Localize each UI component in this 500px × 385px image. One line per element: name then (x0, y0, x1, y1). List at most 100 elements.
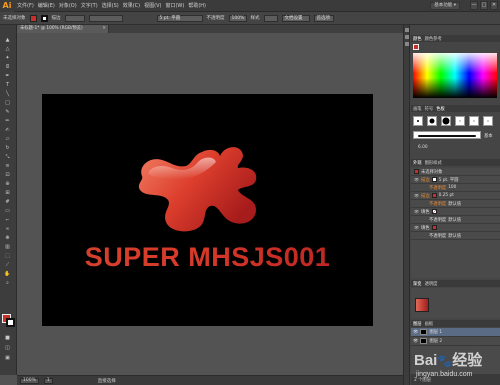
fill-chip[interactable] (431, 225, 437, 230)
menu-effect[interactable]: 效果(C) (123, 2, 140, 9)
red-splash-shape[interactable] (42, 94, 373, 326)
slice-tool-icon[interactable]: ⟋ (3, 262, 12, 268)
menu-object[interactable]: 对象(O) (59, 2, 77, 9)
visibility-eye-icon[interactable]: 👁 (413, 330, 418, 335)
selection-tool-icon[interactable]: ▲ (3, 37, 12, 43)
shape-builder-tool-icon[interactable]: ⊕ (3, 181, 12, 187)
appearance-row[interactable]: 不透明度 默认值 (411, 232, 500, 240)
line-tool-icon[interactable]: ╲ (3, 91, 12, 97)
rotate-tool-icon[interactable]: ↻ (3, 145, 12, 151)
visibility-eye-icon[interactable]: 👁 (414, 209, 419, 214)
perspective-grid-tool-icon[interactable]: ⊞ (3, 190, 12, 196)
appearance-row[interactable]: 👁 描边 0.25 pt (411, 192, 500, 200)
symbol-sprayer-tool-icon[interactable]: ❋ (3, 235, 12, 241)
appearance-row[interactable]: 👁 填色 (411, 208, 500, 216)
color-spectrum[interactable] (413, 53, 497, 98)
current-color-chip[interactable] (413, 44, 419, 50)
tab-color-guide[interactable]: 颜色参考 (425, 36, 442, 42)
menu-view[interactable]: 视图(V) (144, 2, 161, 9)
maximize-button[interactable]: □ (480, 1, 488, 10)
hand-tool-icon[interactable]: ✋ (3, 271, 12, 277)
opacity-label[interactable]: 不透明度 (207, 15, 225, 21)
visibility-eye-icon[interactable]: 👁 (414, 177, 419, 182)
brush-swatch[interactable] (441, 116, 451, 126)
tab-symbols[interactable]: 符号 (425, 106, 434, 112)
tab-layers[interactable]: 图层 (413, 321, 422, 327)
zoom-level[interactable]: 100% (20, 377, 39, 384)
artboard[interactable]: SUPER MHSJS001 (42, 94, 373, 326)
menu-select[interactable]: 选择(S) (102, 2, 119, 9)
stroke-label[interactable]: 描边 (52, 15, 61, 21)
style-dropdown[interactable] (263, 14, 278, 22)
width-tool-icon[interactable]: ≋ (3, 163, 12, 169)
menu-edit[interactable]: 编辑(E) (38, 2, 55, 9)
paintbrush-tool-icon[interactable]: ✎ (3, 109, 12, 115)
appearance-row[interactable]: 不透明度 默认值 (411, 200, 500, 208)
fill-swatch[interactable] (29, 14, 37, 22)
pen-tool-icon[interactable]: ✒ (3, 73, 12, 79)
stroke-chip[interactable] (431, 177, 437, 182)
zoom-tool-icon[interactable]: ⌕ (3, 280, 12, 286)
scale-tool-icon[interactable]: ⤡ (3, 154, 12, 160)
menu-help[interactable]: 帮助(H) (188, 2, 206, 9)
stroke-weight-dropdown[interactable] (64, 14, 85, 22)
brush-swatch[interactable] (455, 116, 465, 126)
screen-mode-icon[interactable]: ▣ (3, 355, 12, 361)
brush-swatch[interactable] (427, 116, 437, 126)
lasso-tool-icon[interactable]: ᘓ (3, 64, 12, 70)
brush-swatch[interactable] (469, 116, 479, 126)
panel-icon[interactable] (405, 35, 409, 39)
tab-appearance[interactable]: 外观 (413, 160, 422, 166)
blend-tool-icon[interactable]: ∞ (3, 226, 12, 232)
tab-artboards[interactable]: 画板 (425, 321, 434, 327)
visibility-eye-icon[interactable]: 👁 (414, 225, 419, 230)
canvas-area[interactable]: SUPER MHSJS001 (17, 33, 403, 375)
brush-dropdown[interactable]: 5 pt. 平圆 (156, 14, 203, 22)
brush-swatch[interactable] (483, 116, 493, 126)
appearance-row[interactable]: 不透明度 默认值 (411, 216, 500, 224)
gradient-preview[interactable] (415, 298, 429, 312)
appearance-row[interactable]: 👁 描边 5 pt. 平圆 (411, 176, 500, 184)
magic-wand-tool-icon[interactable]: ✦ (3, 55, 12, 61)
brush-stroke-preview[interactable] (413, 131, 481, 139)
preferences-button[interactable]: 首选项 (313, 14, 334, 22)
opacity-field[interactable]: 100% (228, 14, 247, 22)
artboard-tool-icon[interactable]: ⬚ (3, 253, 12, 259)
panel-icon[interactable] (405, 42, 409, 46)
draw-mode-icon[interactable]: ◫ (3, 345, 12, 351)
menu-type[interactable]: 文字(T) (81, 2, 98, 9)
appearance-row[interactable]: 👁 填色 (411, 224, 500, 232)
current-tool-status[interactable]: 直接选择 (98, 378, 116, 384)
layer-row[interactable]: 👁 图层 1 (411, 328, 500, 337)
type-tool-icon[interactable]: T (3, 82, 12, 88)
tab-graphic-styles[interactable]: 图形样式 (425, 160, 442, 166)
color-mode-icon[interactable]: ■ (3, 335, 12, 341)
minimize-button[interactable]: — (470, 1, 478, 10)
appearance-row[interactable]: 不透明度 100 (411, 184, 500, 192)
tab-swatches[interactable]: 色板 (436, 106, 445, 112)
close-tab-icon[interactable]: ✕ (102, 25, 106, 33)
fill-chip[interactable] (431, 209, 437, 214)
variable-width-dropdown[interactable] (88, 14, 123, 22)
layer-name[interactable]: 图层 2 (429, 338, 442, 344)
close-window-button[interactable]: ✕ (490, 1, 498, 10)
visibility-eye-icon[interactable]: 👁 (414, 193, 419, 198)
visibility-eye-icon[interactable]: 👁 (413, 339, 418, 344)
menu-file[interactable]: 文件(F) (17, 2, 34, 9)
layer-name[interactable]: 图层 1 (429, 329, 442, 335)
tab-transparency[interactable]: 透明度 (425, 281, 438, 287)
artboard-navigator[interactable]: 1 (43, 377, 53, 384)
free-transform-tool-icon[interactable]: ⊡ (3, 172, 12, 178)
rectangle-tool-icon[interactable]: □ (3, 100, 12, 106)
gradient-tool-icon[interactable]: ▭ (3, 208, 12, 214)
blob-brush-tool-icon[interactable]: ✍ (3, 127, 12, 133)
document-setup-button[interactable]: 文档设置 (281, 14, 310, 22)
stroke-swatch[interactable] (40, 14, 48, 22)
tab-gradient[interactable]: 渐变 (413, 281, 422, 287)
brush-swatch[interactable] (413, 116, 423, 126)
mesh-tool-icon[interactable]: # (3, 199, 12, 205)
stroke-color-box[interactable] (6, 318, 15, 327)
menu-window[interactable]: 窗口(W) (165, 2, 184, 9)
eraser-tool-icon[interactable]: ▱ (3, 136, 12, 142)
stroke-chip[interactable] (431, 193, 437, 198)
